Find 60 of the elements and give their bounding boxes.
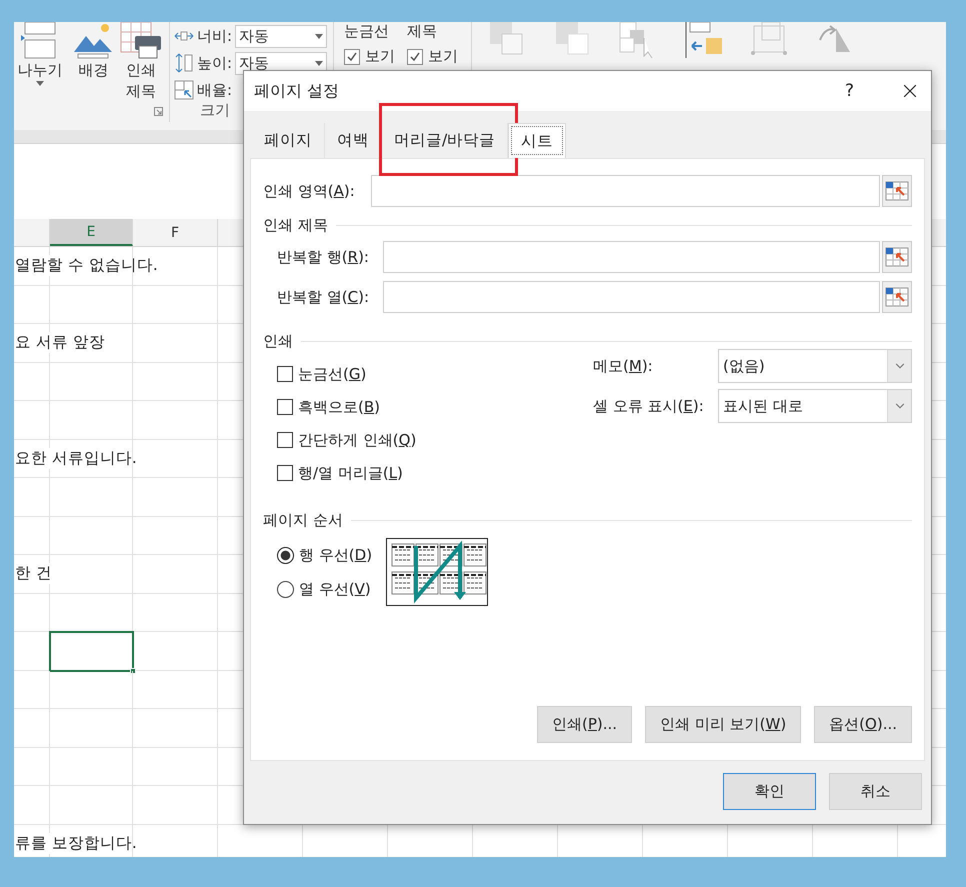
field-label: 메모(M):: [593, 356, 654, 376]
dialog-button[interactable]: 인쇄(P)...: [537, 706, 632, 743]
field-label: 반복할 행(R):: [277, 248, 370, 266]
tab[interactable]: 시트: [508, 123, 566, 158]
checkmark-icon: [409, 50, 421, 62]
section-title: 페이지 순서: [263, 510, 343, 530]
option-title: 제목: [407, 22, 438, 41]
caret-icon: [315, 34, 324, 38]
dialog-launcher-icon[interactable]: [154, 107, 163, 116]
dropdown[interactable]: 표시된 대로: [718, 389, 912, 423]
option-title: 눈금선: [344, 22, 390, 41]
input-field[interactable]: [383, 281, 880, 313]
column-header[interactable]: E: [50, 219, 133, 246]
section-title: 인쇄: [263, 332, 293, 350]
checkbox-label: 보기: [428, 47, 458, 66]
radio-label: 행 우선(D): [299, 546, 372, 564]
checkbox[interactable]: [277, 432, 293, 448]
scale-label: 높이:: [197, 54, 232, 72]
dialog-button[interactable]: 취소: [829, 773, 922, 810]
scale-dropdown[interactable]: 자동: [235, 24, 328, 48]
checkbox[interactable]: [277, 399, 293, 415]
radio-label: 열 우선(V): [299, 580, 371, 598]
active-cell[interactable]: [49, 631, 134, 672]
checkbox-label: 흑백으로(B): [298, 398, 380, 416]
scale-label: 너비:: [197, 26, 232, 46]
checkbox-label: 간단하게 인쇄(Q): [298, 430, 416, 450]
ribbon-button-label[interactable]: 배경: [78, 60, 108, 81]
help-button[interactable]: ?: [844, 81, 854, 101]
checkbox[interactable]: [277, 366, 293, 382]
scale-icon: [174, 80, 194, 100]
dropdown[interactable]: (없음): [718, 349, 912, 383]
input-field[interactable]: [383, 241, 880, 273]
checkmark-icon: [346, 50, 358, 62]
scale-label: 배율:: [197, 80, 232, 100]
dialog-button[interactable]: 옵션(O)...: [814, 706, 912, 743]
section-title: 인쇄 제목: [263, 216, 328, 234]
range-picker-icon[interactable]: [882, 175, 912, 207]
dialog-button[interactable]: 인쇄 미리 보기(W): [645, 706, 802, 743]
range-picker-icon[interactable]: [882, 281, 912, 313]
checkbox[interactable]: [277, 465, 293, 481]
height-arrows-icon: [174, 53, 194, 73]
ribbon-button-label[interactable]: 인쇄 제목: [126, 60, 156, 102]
column-header[interactable]: F: [133, 219, 218, 246]
range-picker-icon[interactable]: [882, 241, 912, 273]
caret-icon: [315, 60, 324, 66]
checkbox-label: 보기: [365, 47, 395, 66]
checkbox[interactable]: [407, 48, 423, 64]
field-label: 셀 오류 표시(E):: [593, 396, 705, 416]
dialog-button[interactable]: 확인: [723, 773, 816, 810]
field-label: 인쇄 영역(A):: [263, 182, 356, 200]
input-field[interactable]: [371, 175, 880, 207]
checkbox-label: 눈금선(G): [298, 364, 366, 384]
dialog-title: 페이지 설정: [254, 80, 340, 102]
group-label: 크기: [200, 101, 230, 120]
checkbox[interactable]: [344, 48, 360, 64]
radio-button[interactable]: [277, 580, 294, 598]
field-label: 반복할 열(C):: [277, 288, 370, 306]
ribbon-button-label[interactable]: 나누기: [17, 60, 62, 81]
checkbox-label: 행/열 머리글(L): [298, 464, 403, 482]
radio-button[interactable]: [277, 546, 294, 564]
